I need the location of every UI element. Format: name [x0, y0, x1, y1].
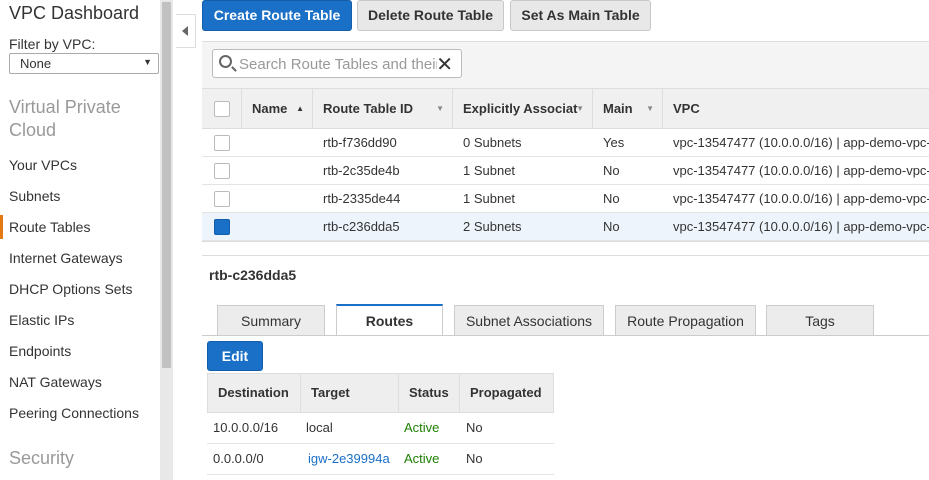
tab-route-propagation[interactable]: Route Propagation — [615, 305, 756, 336]
column-header-name[interactable]: Name ▲ — [242, 89, 313, 130]
tabs-divider — [202, 335, 929, 336]
filter-by-vpc-label: Filter by VPC: — [9, 36, 96, 52]
tab-routes[interactable]: Routes — [336, 304, 443, 336]
cell-explicitly-associated: 1 Subnet — [463, 191, 516, 206]
route-propagated: No — [466, 420, 483, 435]
route-target-link[interactable]: igw-2e39994a — [308, 444, 390, 474]
cell-main: Yes — [603, 135, 625, 150]
routes-header-destination: Destination — [208, 374, 301, 412]
cell-main: No — [603, 191, 620, 206]
search-input[interactable]: Search Route Tables and their ✕ — [212, 49, 462, 78]
section-virtual-private-cloud: Virtual Private Cloud — [9, 97, 121, 140]
row-checkbox-checked[interactable] — [214, 219, 230, 235]
cell-vpc: vpc-13547477 (10.0.0.0/16) | app-demo-vp… — [673, 135, 929, 150]
cell-route-table-id: rtb-2335de44 — [323, 191, 401, 206]
sidebar-item-route-tables[interactable]: Route Tables — [0, 215, 160, 239]
column-header-main-label: Main — [603, 101, 633, 116]
cell-route-table-id: rtb-f736dd90 — [323, 135, 397, 150]
detail-panel: rtb-c236dda5 Summary Routes Subnet Assoc… — [202, 255, 929, 480]
cell-explicitly-associated: 0 Subnets — [463, 135, 522, 150]
sort-icon: ▼ — [576, 104, 584, 113]
table-row[interactable]: rtb-2c35de4b 1 Subnet No vpc-13547477 (1… — [202, 157, 929, 185]
search-placeholder: Search Route Tables and their — [239, 56, 437, 73]
sidebar-item-internet-gateways[interactable]: Internet Gateways — [0, 246, 160, 270]
route-propagated: No — [466, 451, 483, 466]
cell-name — [252, 185, 312, 213]
filter-by-vpc-select[interactable]: None ▼ — [9, 53, 159, 74]
cell-explicitly-associated: 2 Subnets — [463, 219, 522, 234]
set-as-main-table-button[interactable]: Set As Main Table — [510, 0, 651, 31]
routes-table-header: Destination Target Status Propagated — [207, 373, 554, 413]
collapse-sidebar-button[interactable] — [176, 14, 196, 48]
sidebar-item-elastic-ips[interactable]: Elastic IPs — [0, 308, 160, 332]
sidebar-item-peering-connections[interactable]: Peering Connections — [0, 401, 160, 425]
edit-routes-button[interactable]: Edit — [207, 341, 263, 371]
sidebar-item-dhcp-options-sets[interactable]: DHCP Options Sets — [0, 277, 160, 301]
search-icon — [219, 55, 232, 68]
route-status: Active — [404, 420, 440, 435]
sidebar-item-your-vpcs[interactable]: Your VPCs — [0, 153, 160, 177]
grid-footer — [202, 241, 929, 255]
dropdown-arrow-icon: ▼ — [143, 57, 152, 67]
sidebar-scrollbar-thumb[interactable] — [162, 2, 171, 368]
row-checkbox[interactable] — [214, 135, 230, 151]
cell-name — [252, 213, 312, 241]
column-header-explicitly-associated-label: Explicitly Associat — [463, 101, 578, 116]
cell-explicitly-associated: 1 Subnet — [463, 163, 516, 178]
row-checkbox[interactable] — [214, 163, 230, 179]
sidebar-item-endpoints[interactable]: Endpoints — [0, 339, 160, 363]
sort-ascending-icon: ▲ — [296, 104, 304, 113]
cell-vpc: vpc-13547477 (10.0.0.0/16) | app-demo-vp… — [673, 191, 929, 206]
cell-route-table-id: rtb-c236dda5 — [323, 219, 400, 234]
routes-table-row: 10.0.0.0/16 local Active No — [207, 413, 554, 444]
row-checkbox[interactable] — [214, 191, 230, 207]
cell-main: No — [603, 219, 620, 234]
cell-vpc: vpc-13547477 (10.0.0.0/16) | app-demo-vp… — [673, 163, 929, 178]
column-header-vpc-label: VPC — [673, 101, 700, 116]
route-status: Active — [404, 451, 440, 466]
table-row-selected[interactable]: rtb-c236dda5 2 Subnets No vpc-13547477 (… — [202, 213, 929, 241]
header-select-all-cell — [202, 89, 242, 130]
create-route-table-button[interactable]: Create Route Table — [202, 0, 352, 31]
route-target: local — [306, 420, 333, 435]
column-header-name-label: Name — [252, 101, 288, 116]
column-header-vpc[interactable]: VPC — [663, 89, 929, 130]
sidebar: VPC Dashboard Filter by VPC: None ▼ Virt… — [0, 0, 160, 480]
column-header-main[interactable]: Main ▼ — [593, 89, 663, 130]
collapse-left-icon — [182, 26, 188, 36]
sidebar-title[interactable]: VPC Dashboard — [9, 3, 139, 24]
select-all-checkbox[interactable] — [214, 101, 230, 117]
routes-header-target: Target — [301, 374, 399, 412]
route-destination: 0.0.0.0/0 — [213, 451, 264, 466]
table-header: Name ▲ Route Table ID ▼ Explicitly Assoc… — [202, 88, 929, 130]
sidebar-item-nat-gateways[interactable]: NAT Gateways — [0, 370, 160, 394]
sort-icon: ▼ — [436, 104, 444, 113]
tab-tags[interactable]: Tags — [766, 305, 874, 336]
sidebar-scrollbar[interactable] — [160, 0, 173, 480]
cell-main: No — [603, 163, 620, 178]
filter-by-vpc-value: None — [20, 56, 52, 71]
routes-header-propagated: Propagated — [470, 385, 542, 400]
delete-route-table-button[interactable]: Delete Route Table — [357, 0, 504, 31]
clear-search-icon[interactable]: ✕ — [436, 52, 453, 77]
column-header-route-table-id-label: Route Table ID — [323, 101, 414, 116]
table-row[interactable]: rtb-f736dd90 0 Subnets Yes vpc-13547477 … — [202, 129, 929, 157]
detail-title: rtb-c236dda5 — [209, 267, 297, 283]
route-destination: 10.0.0.0/16 — [213, 420, 279, 435]
tab-subnet-associations[interactable]: Subnet Associations — [454, 305, 604, 336]
section-security: Security — [9, 448, 75, 468]
sidebar-item-subnets[interactable]: Subnets — [0, 184, 160, 208]
column-header-route-table-id[interactable]: Route Table ID ▼ — [313, 89, 453, 130]
routes-header-status: Status — [399, 374, 460, 412]
cell-vpc: vpc-13547477 (10.0.0.0/16) | app-demo-vp… — [673, 219, 929, 234]
tab-summary[interactable]: Summary — [217, 305, 325, 336]
cell-name — [252, 129, 312, 157]
routes-table-row: 0.0.0.0/0 igw-2e39994a Active No — [207, 444, 554, 475]
route-tables-grid: Search Route Tables and their ✕ Name ▲ R… — [202, 41, 929, 241]
column-header-explicitly-associated[interactable]: Explicitly Associat ▼ — [453, 89, 593, 130]
cell-route-table-id: rtb-2c35de4b — [323, 163, 400, 178]
sort-icon: ▼ — [646, 104, 654, 113]
cell-name — [252, 157, 312, 185]
table-row[interactable]: rtb-2335de44 1 Subnet No vpc-13547477 (1… — [202, 185, 929, 213]
